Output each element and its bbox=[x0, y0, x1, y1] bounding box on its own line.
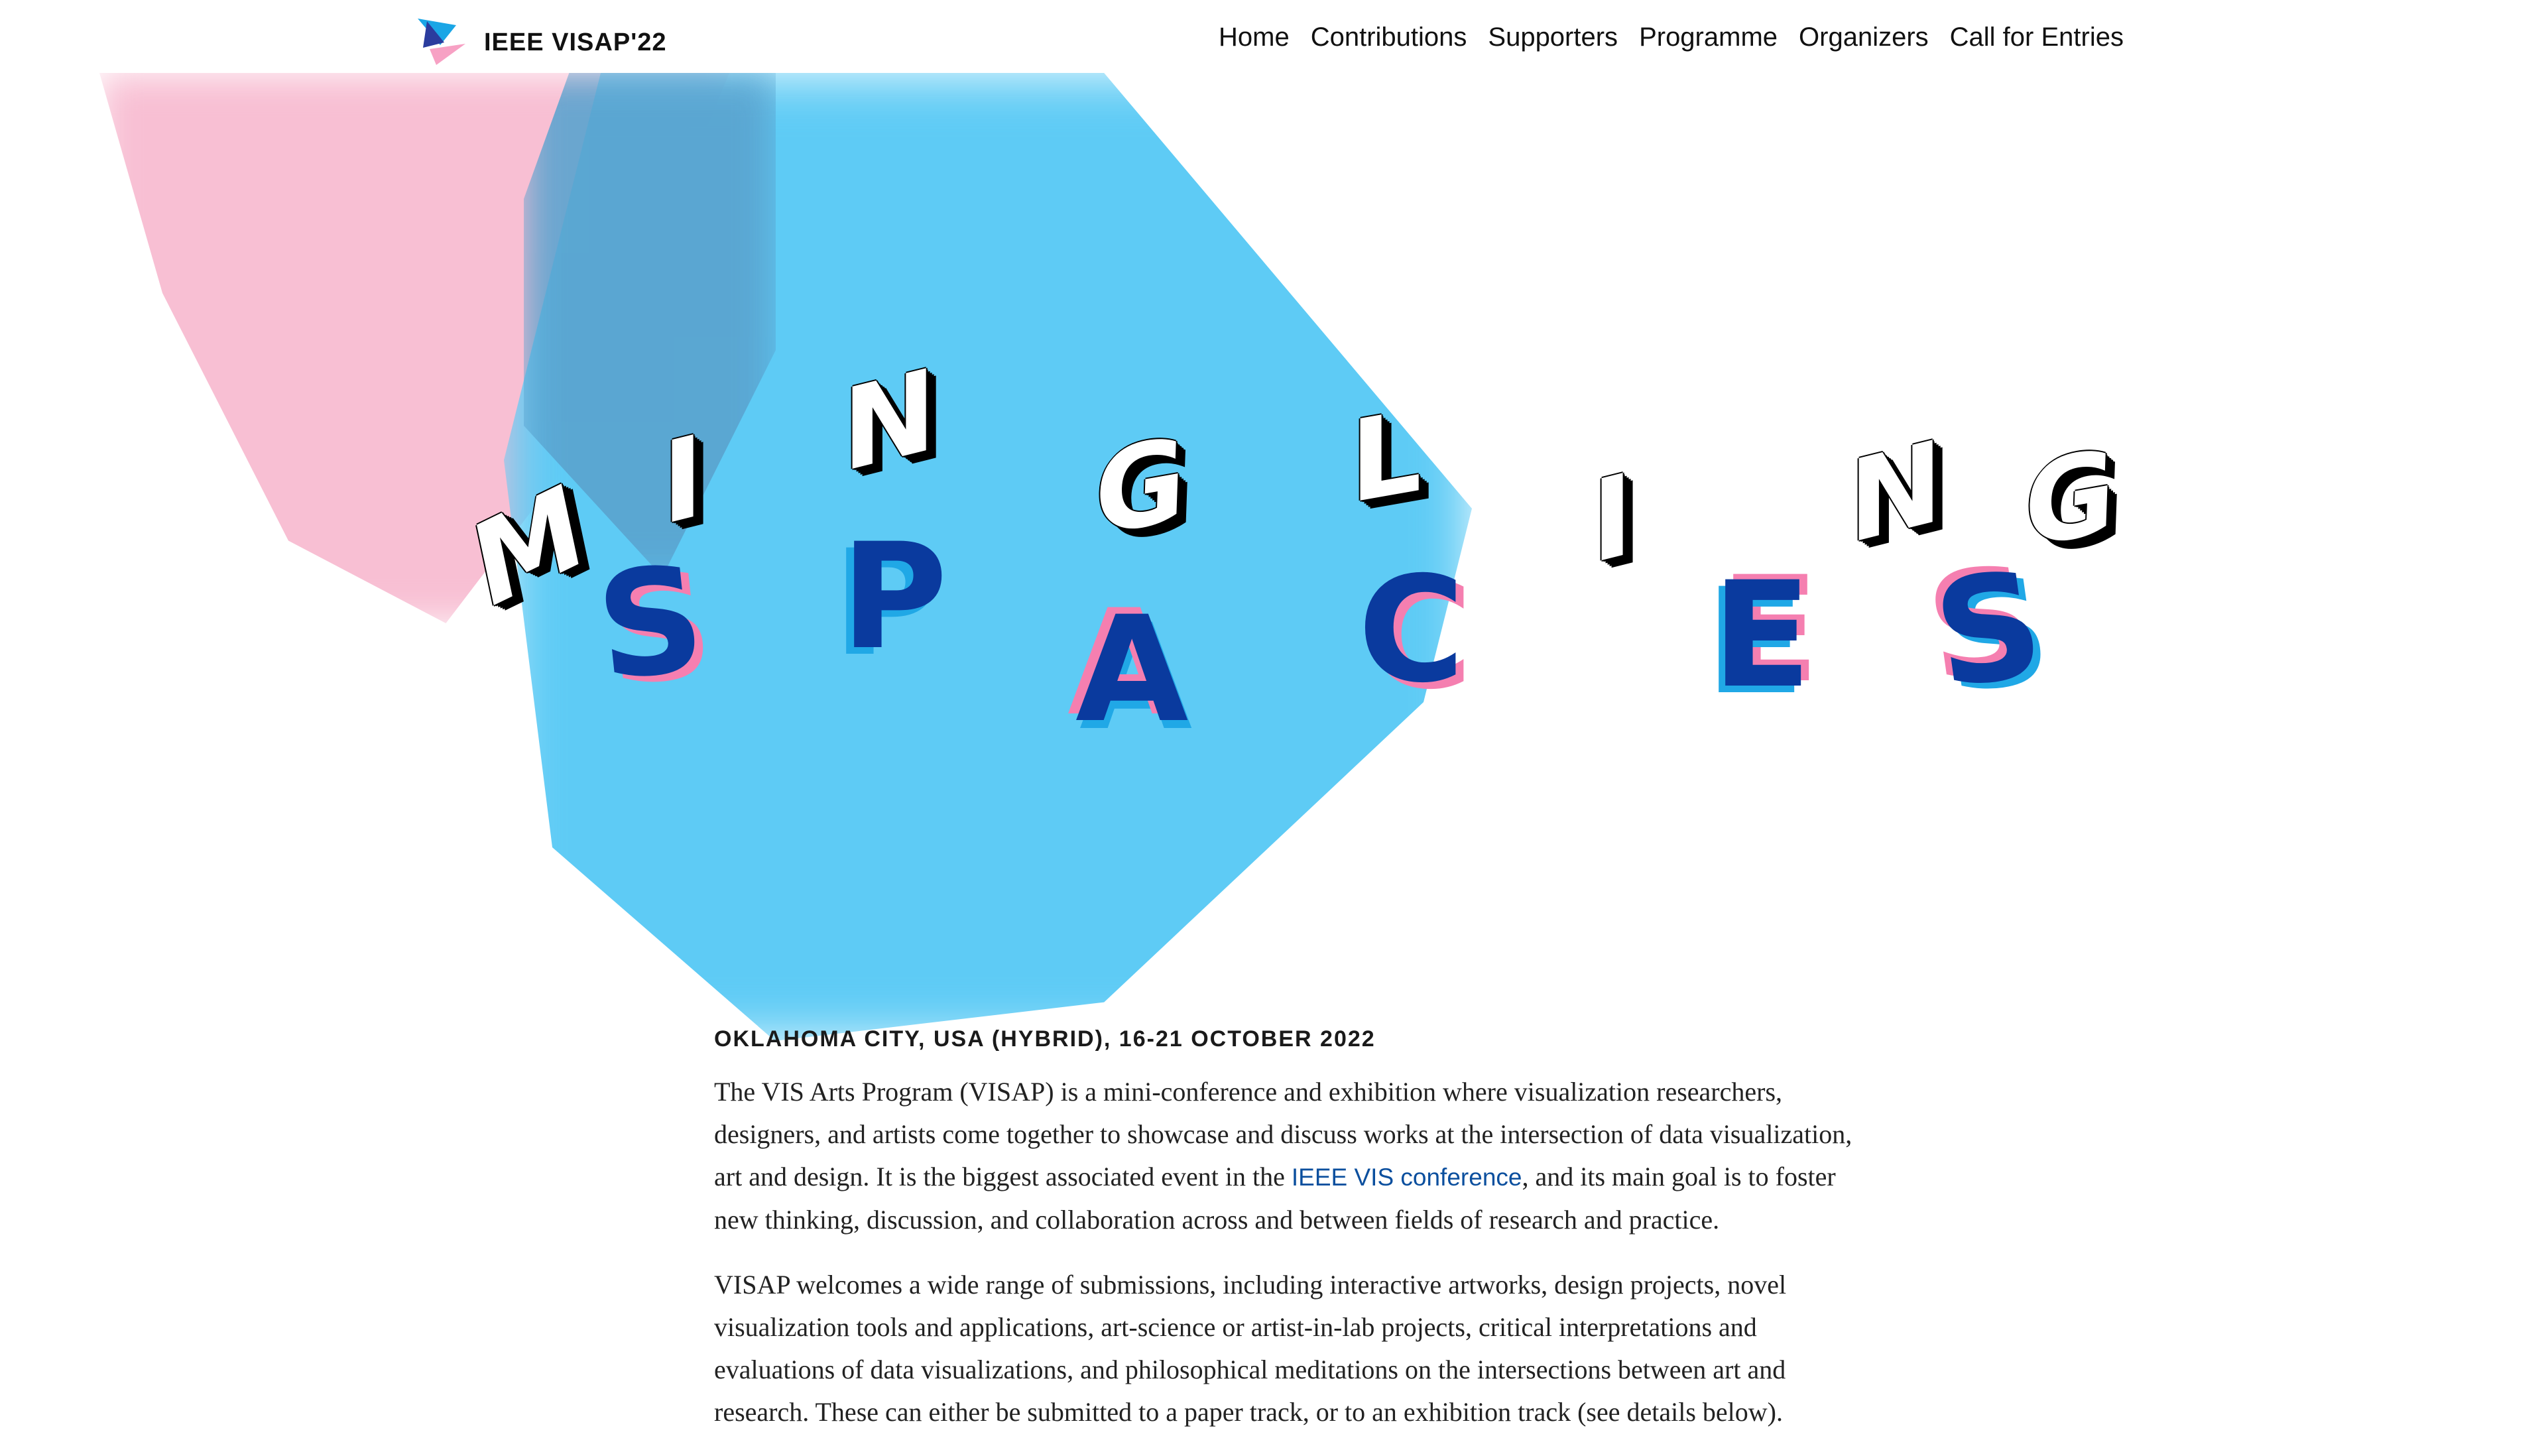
hero-letter-i: I bbox=[662, 410, 704, 552]
nav-supporters[interactable]: Supporters bbox=[1488, 23, 1618, 52]
nav-programme[interactable]: Programme bbox=[1639, 23, 1778, 52]
nav-home[interactable]: Home bbox=[1219, 23, 1290, 52]
hero-letter-c: C bbox=[1358, 545, 1465, 715]
nav-organizers[interactable]: Organizers bbox=[1799, 23, 1929, 52]
hero-letter-l: L bbox=[1350, 385, 1422, 530]
hero-letter-n: N bbox=[1849, 415, 1943, 570]
site-header: IEEE VISAP'22 Home Contributions Support… bbox=[0, 0, 2546, 80]
hero-letter-g: G bbox=[1092, 412, 1189, 563]
event-location-date: OKLAHOMA CITY, USA (HYBRID), 16-21 OCTOB… bbox=[714, 1026, 1376, 1052]
ieee-vis-link[interactable]: IEEE VIS conference bbox=[1292, 1164, 1522, 1191]
nav-contributions[interactable]: Contributions bbox=[1311, 23, 1467, 52]
site-title: IEEE VISAP'22 bbox=[484, 28, 667, 56]
intro-paragraph: The VIS Arts Program (VISAP) is a mini-c… bbox=[714, 1071, 1854, 1241]
hero-letter-i: I bbox=[1591, 448, 1634, 590]
hero-letter-s: S bbox=[589, 533, 712, 713]
main-nav: Home Contributions Supporters Programme … bbox=[1219, 23, 2124, 52]
hero-letter-e: E bbox=[1712, 550, 1812, 720]
hero-letter-n: N bbox=[842, 343, 937, 499]
nav-call-for-entries[interactable]: Call for Entries bbox=[1950, 23, 2124, 52]
visap-logo-icon bbox=[418, 19, 465, 65]
site-logo-link[interactable]: IEEE VISAP'22 bbox=[418, 19, 667, 66]
hero-letter-g: G bbox=[2022, 424, 2118, 575]
hero-letter-m: M bbox=[462, 457, 594, 637]
submissions-paragraph: VISAP welcomes a wide range of submissio… bbox=[714, 1270, 1787, 1427]
hero-letter-a: A bbox=[1075, 585, 1189, 755]
hero-letter-p: P bbox=[841, 512, 948, 682]
hero-letter-s: S bbox=[1924, 538, 2053, 721]
intro-content: OKLAHOMA CITY, USA (HYBRID), 16-21 OCTOB… bbox=[714, 1026, 1854, 1456]
hero-title: M I N G L I N G S P A C E S bbox=[0, 0, 2546, 796]
